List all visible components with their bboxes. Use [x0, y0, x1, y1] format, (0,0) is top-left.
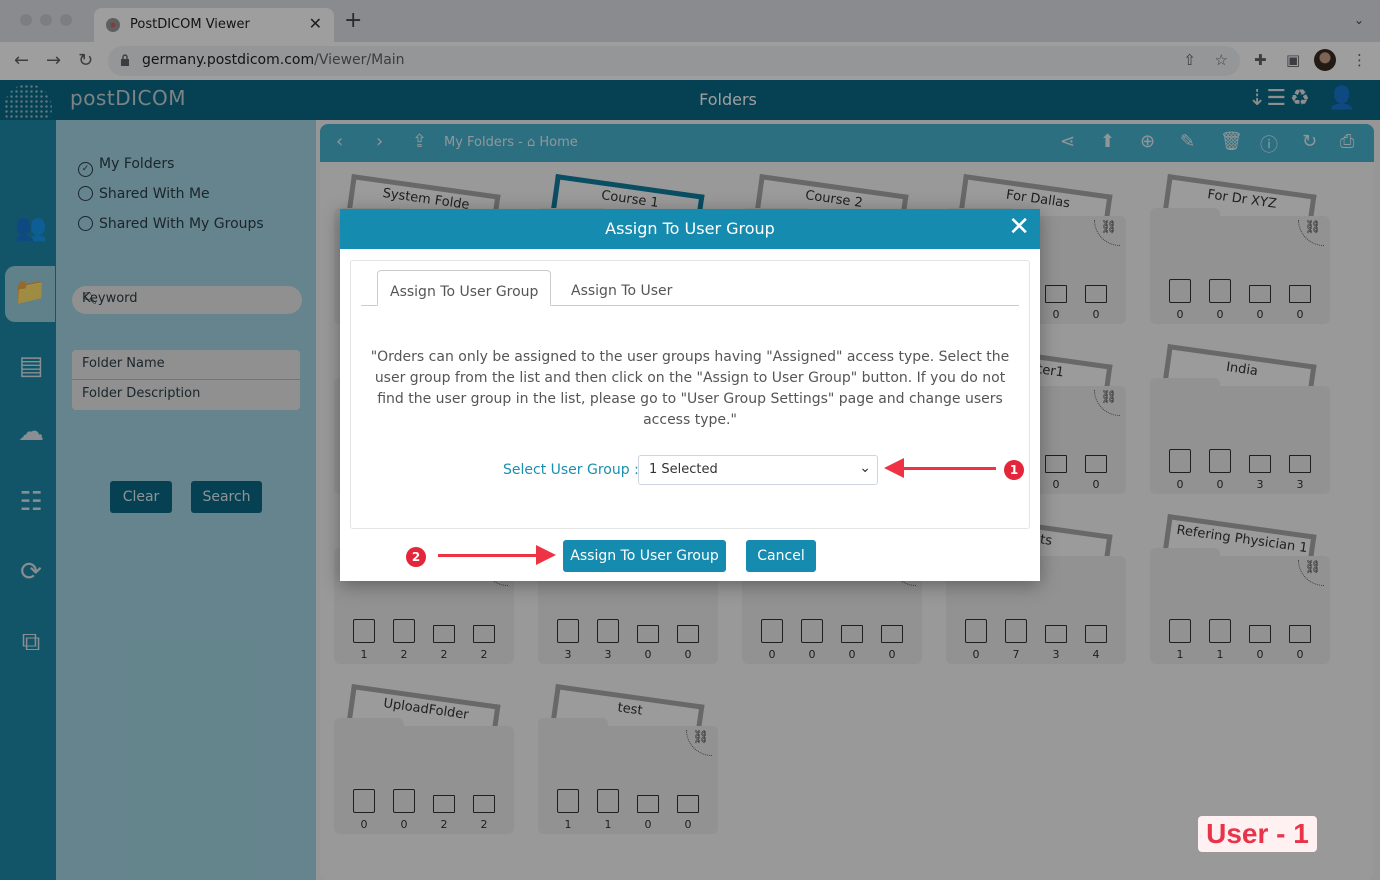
annotation-arrow-1 — [900, 467, 996, 470]
assign-user-group-dialog: Assign To User Group ✕ Assign To User Gr… — [340, 209, 1040, 581]
user-group-select-value: 1 Selected — [649, 462, 718, 477]
annotation-arrow-2 — [438, 554, 538, 557]
annotation-arrowhead-2 — [536, 545, 556, 565]
close-icon[interactable]: ✕ — [1008, 213, 1030, 241]
annotation-badge-2: 2 — [406, 547, 426, 567]
tab-assign-to-user[interactable]: Assign To User — [559, 270, 684, 306]
select-user-group-label: Select User Group : — [503, 462, 639, 478]
chevron-down-icon: ⌄ — [859, 460, 871, 476]
cancel-button[interactable]: Cancel — [746, 540, 816, 572]
user-group-select[interactable]: 1 Selected ⌄ — [638, 455, 878, 485]
dialog-header: Assign To User Group ✕ — [340, 209, 1040, 249]
assign-to-user-group-button[interactable]: Assign To User Group — [563, 540, 726, 572]
annotation-badge-1: 1 — [1004, 460, 1024, 480]
tab-assign-to-user-group[interactable]: Assign To User Group — [377, 270, 552, 306]
dialog-description: "Orders can only be assigned to the user… — [370, 349, 1010, 428]
dialog-title: Assign To User Group — [605, 219, 775, 238]
dialog-body: Assign To User Group Assign To User "Ord… — [350, 260, 1030, 529]
user-label: User - 1 — [1198, 816, 1317, 852]
dialog-tabs: Assign To User Group Assign To User — [361, 270, 1019, 306]
annotation-arrowhead-1 — [884, 458, 904, 478]
